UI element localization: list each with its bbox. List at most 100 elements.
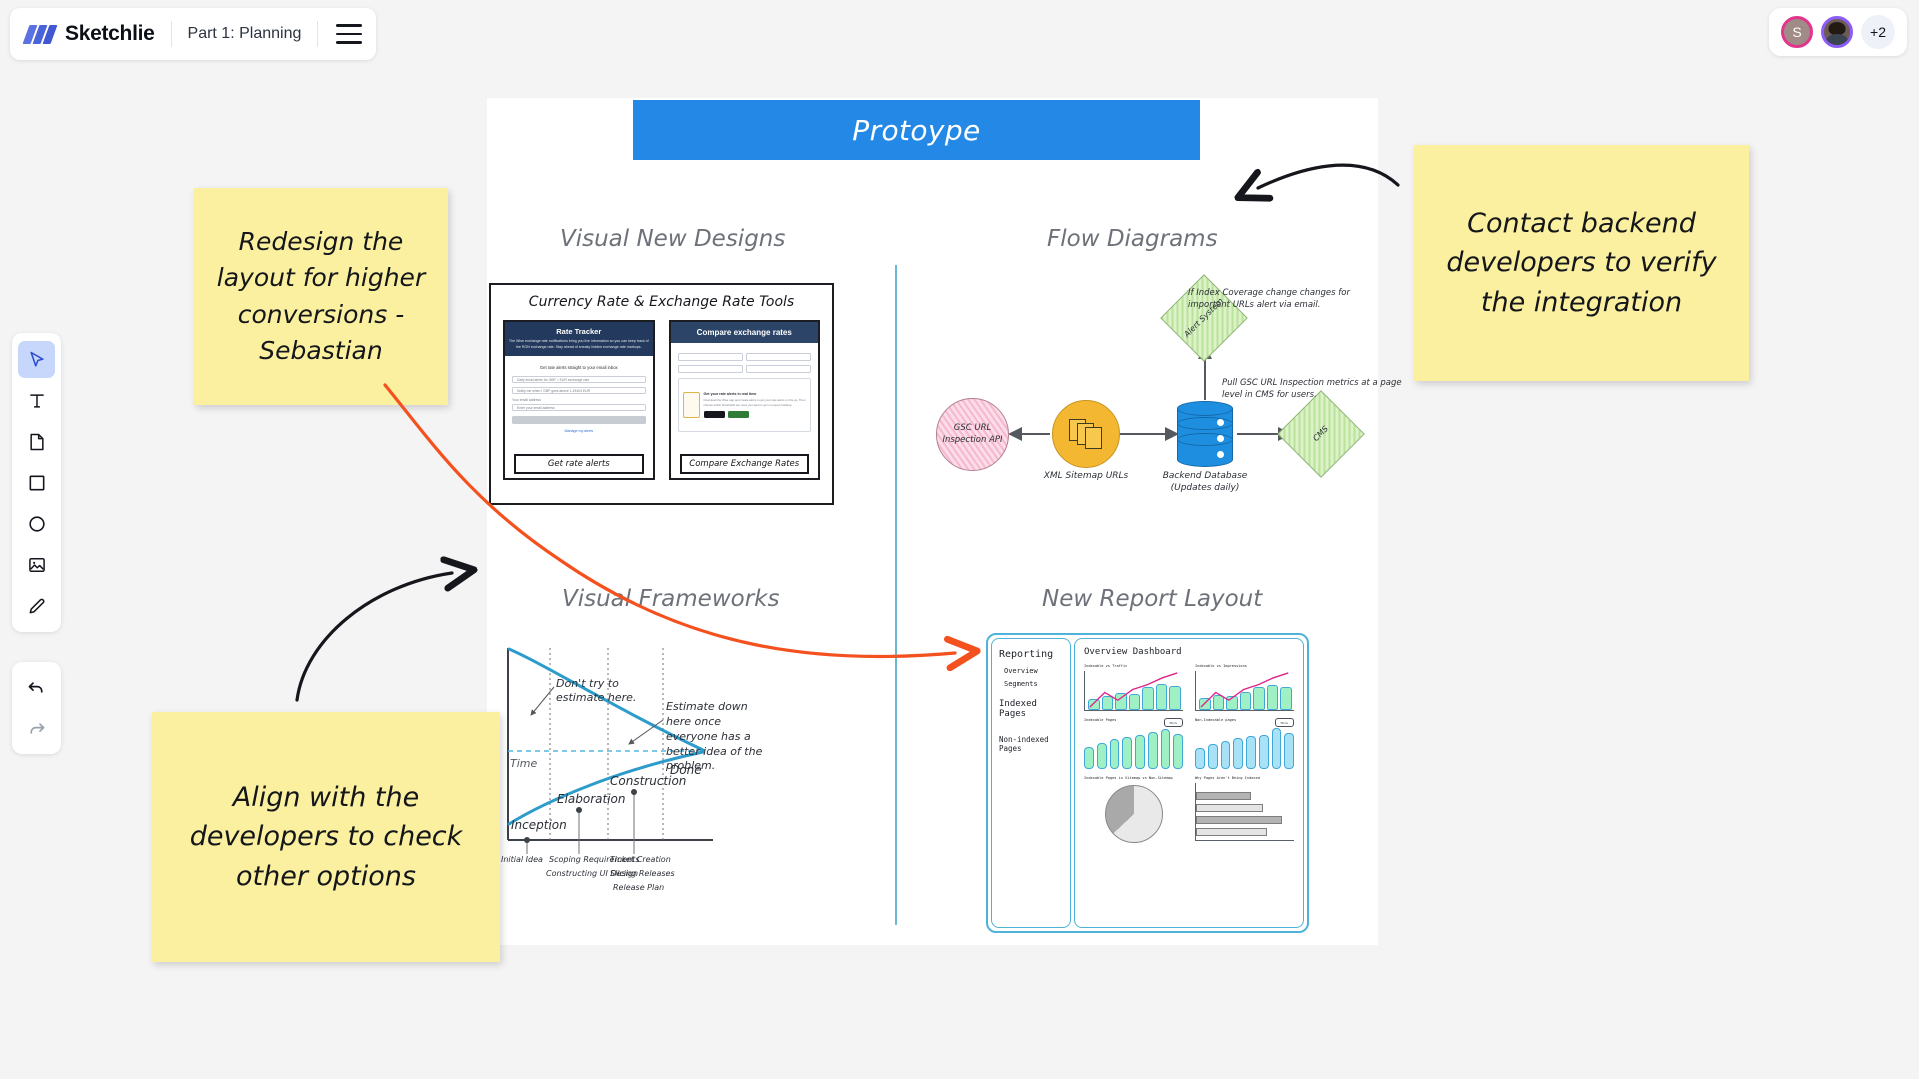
report-sidebar-item-segments[interactable]: Segments [999,680,1063,688]
indexable-pages-more-button[interactable]: More [1163,718,1183,727]
rate-option-2[interactable]: Notify me when I GBP goes above 1.19403 … [512,387,646,395]
compare-rates-panel[interactable]: Compare exchange rates Get your rate ale… [668,320,820,480]
sticky-note-redesign[interactable]: Redesign the layout for higher conversio… [194,188,448,405]
currency-mock-title: Currency Rate & Exchange Rate Tools [528,294,795,310]
currency-tools-mockup[interactable]: Currency Rate & Exchange Rate Tools Rate… [489,283,834,505]
compare-rates-body: Get your rate alerts in real time Downlo… [671,343,819,438]
report-sidebar-item-indexed-pages[interactable]: Indexed Pages [999,699,1063,719]
bar-series [1195,727,1294,769]
compare-selectors[interactable] [677,353,811,361]
section-title-new-report-layout: New Report Layout [1042,586,1263,612]
cone-milestone-3a: Ticket Creation [610,855,671,864]
flow-node-sitemap[interactable] [1052,400,1120,468]
compare-amount-row[interactable] [677,365,811,373]
pie-chart [1104,785,1163,843]
image-tool[interactable] [18,546,55,583]
hamburger-menu-icon[interactable] [336,24,363,44]
text-icon [29,393,44,408]
rate-option-1[interactable]: Daily email alerts for GBP > EUR exchang… [512,376,646,384]
cone-annotation-right: Estimate down here once everyone has a b… [666,700,763,773]
rate-tracker-panel[interactable]: Rate Tracker The Wise exchange rate noti… [503,320,655,480]
brand-name: Sketchlie [65,22,155,45]
chart-title: Why Pages Aren't Being Indexed [1195,776,1260,780]
chart-non-indexable-pages[interactable]: Non-Indexable pages More [1195,718,1294,769]
ellipse-tool[interactable] [18,505,55,542]
avatar-sebastian[interactable]: S [1781,16,1813,48]
report-sidebar-heading: Reporting [999,649,1054,660]
undo-button[interactable] [18,669,55,706]
promo-title: Get your rate alerts in real time [703,392,757,397]
pencil-icon [29,598,45,613]
sticky-note-align-developers[interactable]: Align with the developers to check other… [152,712,500,962]
section-title-visual-frameworks: Visual Frameworks [562,586,780,612]
flow-node-cms[interactable]: CMS [1277,390,1365,478]
history-palette [12,662,61,754]
google-play-button[interactable] [727,410,749,418]
frame-vertical-divider [895,265,897,925]
rate-tracker-title: Rate Tracker [556,327,602,336]
cone-annotation-left: Don't try to estimate here. [556,677,637,705]
hbar-series [1195,783,1294,841]
square-icon [29,475,44,490]
avatar-overflow-badge[interactable]: +2 [1861,15,1895,49]
chart-title: Non-Indexable pages [1195,718,1237,722]
sticky-note-text: Align with the developers to check other… [189,782,463,892]
cone-of-uncertainty-chart[interactable]: Time Inception Elaboration Construction … [498,640,798,920]
database-shape [1177,401,1233,467]
chart-title: Indexable Pages [1084,718,1117,722]
rate-tracker-lead: Get rate alerts straight to your email i… [539,365,618,371]
chart-indexable-vs-traffic[interactable]: Indexable vs Traffic [1084,664,1183,711]
app-store-button[interactable] [703,410,725,418]
cms-label: CMS [1311,424,1330,443]
select-tool[interactable] [18,341,55,378]
report-layout-mockup[interactable]: Reporting Overview Segments Indexed Page… [986,633,1309,933]
promo-text: Download the Wise app and create alerts … [703,398,806,407]
arrow-align-to-frameworks [295,573,452,702]
text-tool[interactable] [18,382,55,419]
currency-mock-panels: Rate Tracker The Wise exchange rate noti… [491,310,832,480]
chart-why-not-indexed[interactable]: Why Pages Aren't Being Indexed [1195,776,1294,843]
flow-diagram[interactable]: GSC URL Inspection API XML Sitemap URLs … [900,270,1402,520]
manage-alerts-link[interactable]: Manage my alerts [512,429,646,433]
avatar-photo[interactable] [1821,16,1853,48]
currency-from-select[interactable] [677,353,743,361]
non-indexable-pages-more-button[interactable]: More [1274,718,1294,727]
currency-to-select[interactable] [745,353,811,361]
flow-node-database[interactable] [1177,401,1233,467]
pencil-tool[interactable] [18,587,55,624]
sticky-note-text: Redesign the layout for higher conversio… [216,227,426,365]
get-rate-alerts-submit[interactable] [512,416,646,425]
email-field[interactable]: Enter your email address [512,404,646,412]
flow-node-gsc-api[interactable]: GSC URL Inspection API [936,398,1009,471]
app-header: Sketchlie Part 1: Planning [10,8,377,60]
report-sidebar-item-overview[interactable]: Overview [999,667,1063,675]
amount-input[interactable] [745,365,811,373]
redo-button[interactable] [18,710,55,747]
image-icon [28,557,45,572]
prototype-banner[interactable]: Protoype [633,100,1200,160]
rate-tracker-body: Get rate alerts straight to your email i… [505,356,653,439]
sticky-note-contact-backend[interactable]: Contact backend developers to verify the… [1414,145,1749,381]
board-title[interactable]: Part 1: Planning [188,25,302,43]
note-icon [29,433,44,450]
bar-series [1084,727,1183,769]
chart-sitemap-pie[interactable]: Indexable Pages in Sitemap vs Non-Sitema… [1084,776,1183,843]
sitemap-caption: XML Sitemap URLs [1043,471,1129,481]
chart-indexable-vs-impressions[interactable]: Indexable vs Impressions [1195,664,1294,711]
cone-phase-inception: Inception [511,818,567,832]
rectangle-tool[interactable] [18,464,55,501]
report-sidebar-item-non-indexed-pages[interactable]: Non-indexed Pages [999,735,1063,753]
sticky-note-tool[interactable] [18,423,55,460]
store-buttons [703,410,807,418]
database-caption: Backend Database (Updates daily) [1162,471,1248,494]
dashboard-title: Overview Dashboard [1084,647,1182,657]
cone-milestone-3c: Release Plan [613,883,665,892]
dashboard-chart-row-1: Indexable vs Traffic Indexable vs Impres… [1084,664,1294,711]
chart-title: Indexable vs Impressions [1195,664,1247,668]
avatar-initial: S [1792,24,1802,40]
app-root: Sketchlie Part 1: Planning S +2 Protoype… [0,0,1919,1079]
dashboard-chart-row-3: Indexable Pages in Sitemap vs Non-Sitema… [1084,776,1294,843]
trend-line [1200,672,1289,708]
chart-indexable-pages[interactable]: Indexable Pages More [1084,718,1183,769]
sketchlie-logo-icon[interactable] [22,24,58,44]
